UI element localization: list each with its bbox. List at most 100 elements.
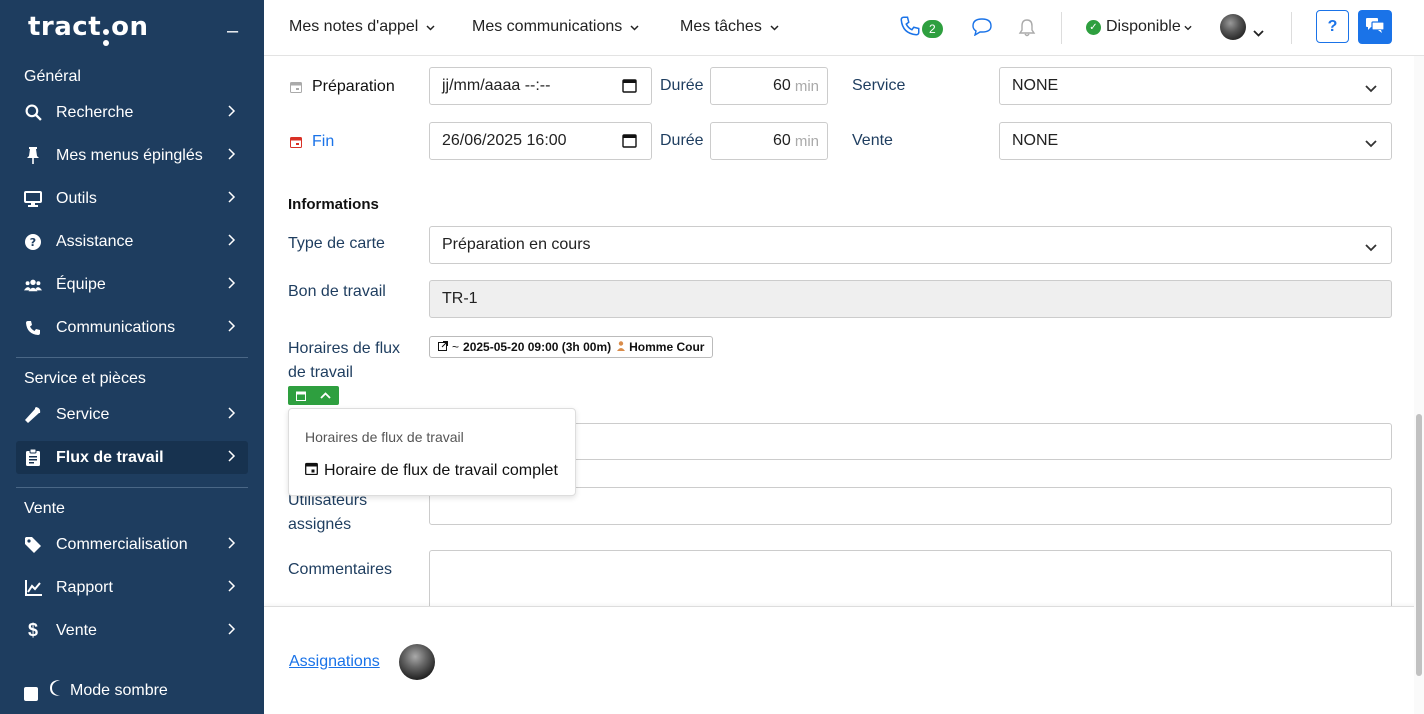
- fin-label: Fin: [312, 133, 335, 150]
- section-title-vente: Vente: [24, 500, 65, 517]
- sidebar-divider: [16, 487, 248, 488]
- bell-icon[interactable]: [1018, 18, 1036, 42]
- label-line: de travail: [288, 364, 353, 381]
- calendar-red-icon: [290, 135, 302, 153]
- label-line: assignés: [288, 516, 352, 533]
- sidebar-item-recherche[interactable]: Recherche: [16, 96, 248, 129]
- duree-value: 60: [773, 132, 791, 149]
- sidebar-item-mes-menus-epingles[interactable]: Mes menus épinglés: [16, 139, 248, 172]
- type-carte-value: Préparation en cours: [442, 236, 591, 253]
- section-title-general: Général: [24, 68, 81, 85]
- type-carte-label: Type de carte: [288, 235, 385, 252]
- scrollbar-thumb[interactable]: [1416, 414, 1422, 676]
- calendar-icon: [290, 80, 302, 98]
- sidebar-item-outils[interactable]: Outils: [16, 182, 248, 215]
- chevron-right-icon: [228, 147, 240, 165]
- header-separator: [1061, 12, 1062, 44]
- help-icon: ?: [24, 233, 42, 251]
- sidebar-item-service[interactable]: Service: [16, 398, 248, 431]
- wrench-icon: [24, 406, 42, 424]
- chevron-right-icon: [228, 449, 240, 467]
- user-icon: [617, 340, 626, 354]
- tilde-icon: ~: [452, 340, 460, 354]
- chevron-down-icon: [426, 18, 435, 36]
- sidebar-item-label: Vente: [56, 621, 97, 639]
- schedule-chip[interactable]: ~ 2025-05-20 09:00 (3h 00m) Homme Cour: [429, 336, 714, 358]
- unit-label: min: [794, 132, 819, 150]
- duree-preparation-input[interactable]: 60 min: [710, 67, 828, 105]
- calendar-icon: [288, 391, 313, 401]
- help-button[interactable]: ?: [1316, 10, 1349, 43]
- chevron-right-icon: [228, 536, 240, 554]
- chevron-down-icon[interactable]: [1253, 24, 1264, 42]
- nav-label: Mes tâches: [680, 18, 762, 35]
- nav-mes-notes-dappel[interactable]: Mes notes d'appel: [289, 18, 435, 36]
- calendar-icon: [305, 462, 318, 480]
- phone-icon: [24, 319, 42, 337]
- schedule-menu-button[interactable]: [288, 386, 339, 405]
- service-select[interactable]: NONE: [999, 67, 1392, 105]
- messages-icon: [1365, 16, 1385, 39]
- sidebar-item-label: Assistance: [56, 232, 134, 250]
- popup-item-label: Horaire de flux de travail complet: [324, 462, 558, 479]
- popup-title: Horaires de flux de travail: [305, 429, 464, 445]
- preparation-datetime-input[interactable]: jj/mm/aaaa --:--: [429, 67, 652, 105]
- section-title-service: Service et pièces: [24, 370, 146, 387]
- duree-fin-input[interactable]: 60 min: [710, 122, 828, 160]
- calendar-icon[interactable]: [622, 133, 637, 153]
- unit-label: min: [794, 77, 819, 95]
- sidebar-item-vente[interactable]: $ Vente: [16, 614, 248, 647]
- nav-label: Mes notes d'appel: [289, 18, 419, 35]
- sidebar-item-rapport[interactable]: Rapport: [16, 571, 248, 604]
- dark-mode-toggle[interactable]: Mode sombre: [24, 680, 168, 701]
- calls-button[interactable]: 2: [900, 16, 943, 41]
- messages-button[interactable]: [1358, 10, 1392, 44]
- vente-label: Vente: [852, 132, 893, 149]
- assignments-bar: Assignations: [264, 606, 1418, 714]
- sidebar-item-assistance[interactable]: ? Assistance: [16, 225, 248, 258]
- sidebar-item-communications[interactable]: Communications: [16, 311, 248, 344]
- chevron-down-icon: [770, 18, 779, 36]
- chevron-right-icon: [228, 319, 240, 337]
- sidebar-item-label: Flux de travail: [56, 448, 164, 466]
- nav-mes-communications[interactable]: Mes communications: [472, 18, 639, 36]
- status-label: Disponible: [1106, 18, 1181, 35]
- user-avatar[interactable]: [1220, 14, 1246, 40]
- popup-item-complete-schedule[interactable]: Horaire de flux de travail complet: [305, 462, 558, 480]
- vente-select[interactable]: NONE: [999, 122, 1392, 160]
- assignations-link[interactable]: Assignations: [289, 653, 380, 671]
- chevron-right-icon: [228, 104, 240, 122]
- fin-datetime-input[interactable]: 26/06/2025 16:00: [429, 122, 652, 160]
- status-dropdown[interactable]: ✓ Disponible: [1086, 18, 1192, 36]
- sidebar-item-equipe[interactable]: Équipe: [16, 268, 248, 301]
- assigned-user-avatar[interactable]: [399, 644, 435, 680]
- dark-mode-checkbox[interactable]: [24, 686, 38, 701]
- svg-text:?: ?: [30, 236, 36, 249]
- nav-mes-taches[interactable]: Mes tâches: [680, 18, 779, 36]
- moon-icon: [50, 680, 64, 701]
- chevron-right-icon: [228, 622, 240, 640]
- type-carte-select[interactable]: Préparation en cours: [429, 226, 1392, 264]
- chevron-up-icon: [313, 392, 338, 399]
- sidebar-item-flux-de-travail[interactable]: Flux de travail: [16, 441, 248, 474]
- sidebar-item-label: Équipe: [56, 275, 106, 293]
- duree-value: 60: [773, 77, 791, 94]
- brand-logo[interactable]: tract on: [28, 12, 149, 46]
- phone-icon: [900, 16, 920, 41]
- call-count-badge: 2: [922, 19, 943, 38]
- sidebar-collapse-button[interactable]: –: [227, 20, 238, 43]
- vente-value: NONE: [1012, 132, 1059, 149]
- chevron-down-icon: [1365, 239, 1377, 257]
- sidebar: tract on – Général Recherche Mes menus ép…: [0, 0, 264, 714]
- calendar-icon[interactable]: [622, 78, 637, 98]
- sidebar-item-label: Mes menus épinglés: [56, 146, 203, 164]
- chat-icon[interactable]: [972, 18, 992, 41]
- chevron-down-icon: [1184, 18, 1192, 36]
- search-icon: [24, 104, 42, 122]
- sidebar-item-label: Recherche: [56, 103, 134, 121]
- top-bar: Mes notes d'appel Mes communications Mes…: [264, 0, 1424, 56]
- service-value: NONE: [1012, 77, 1059, 94]
- bon-travail-label: Bon de travail: [288, 283, 386, 300]
- schedule-popup-menu: Horaires de flux de travail Horaire de f…: [288, 408, 576, 496]
- sidebar-item-commercialisation[interactable]: Commercialisation: [16, 528, 248, 561]
